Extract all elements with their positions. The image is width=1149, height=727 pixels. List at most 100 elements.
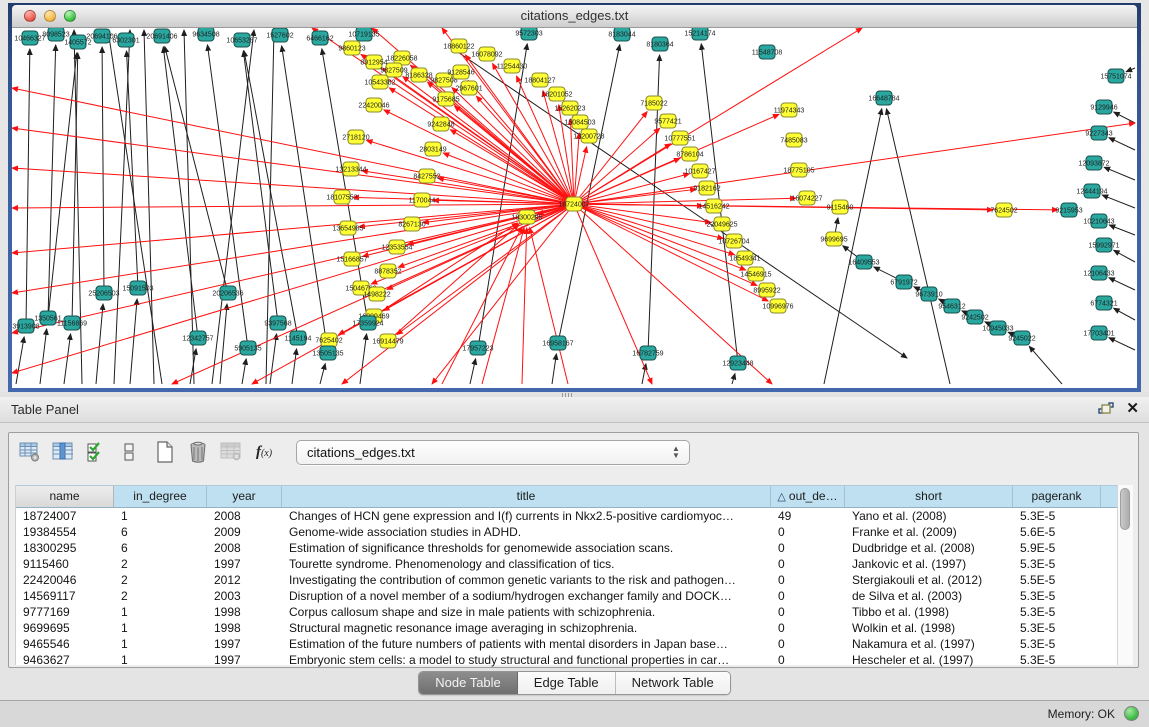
graph-edge[interactable] (360, 334, 367, 384)
graph-node[interactable]: 2803149 (419, 142, 446, 156)
minimize-window-button[interactable] (44, 10, 56, 22)
graph-edge[interactable] (886, 109, 950, 384)
table-row[interactable]: 1456911722003Disruption of a novel membe… (16, 588, 1120, 604)
graph-node[interactable]: 10210643 (1083, 214, 1114, 228)
graph-edge[interactable] (242, 359, 246, 384)
graph-node[interactable]: 18860122 (443, 39, 474, 53)
graph-edge[interactable] (574, 204, 993, 210)
graph-edge[interactable] (12, 204, 574, 253)
cell-in_degree[interactable]: 6 (114, 524, 207, 540)
graph-edge[interactable] (266, 30, 274, 384)
graph-node[interactable]: 16782759 (632, 346, 663, 360)
table-row[interactable]: 2242004622012Investigating the contribut… (16, 572, 1120, 588)
graph-edge[interactable] (1109, 225, 1135, 235)
cell-short[interactable]: Tibbo et al. (1998) (845, 604, 1013, 620)
cell-short[interactable]: Nakamura et al. (1997) (845, 636, 1013, 652)
cell-title[interactable]: Structural magnetic resonance image aver… (282, 620, 771, 636)
cell-out_degree[interactable]: 49 (771, 508, 845, 524)
graph-node[interactable]: 16648784 (868, 91, 899, 105)
network-canvas[interactable]: 1872400718300295104663278098523140557220… (12, 28, 1137, 388)
graph-node[interactable]: 8183044 (608, 28, 635, 41)
graph-edge[interactable] (1109, 138, 1135, 150)
table-selector-dropdown[interactable]: citations_edges.txt ▲▼ (296, 440, 690, 465)
column-header-name[interactable]: name (16, 486, 114, 507)
cell-out_degree[interactable]: 0 (771, 540, 845, 556)
cell-pagerank[interactable]: 5.3E-5 (1013, 620, 1101, 636)
cell-title[interactable]: Corpus callosum shape and size in male p… (282, 604, 771, 620)
show-columns-icon[interactable] (50, 439, 76, 465)
graph-node[interactable]: 9245022 (1008, 331, 1035, 345)
graph-node[interactable]: 15166857 (336, 252, 367, 266)
cell-year[interactable]: 2009 (207, 524, 282, 540)
cell-name[interactable]: 9777169 (16, 604, 114, 620)
cell-in_degree[interactable]: 1 (114, 620, 207, 636)
cell-pagerank[interactable]: 5.3E-5 (1013, 508, 1101, 524)
close-panel-icon[interactable]: ✕ (1126, 400, 1139, 418)
graph-node[interactable]: 12444194 (1076, 184, 1107, 198)
graph-node[interactable]: 8186328 (405, 68, 432, 82)
graph-node[interactable]: 7624502 (990, 203, 1017, 217)
scrollbar-thumb[interactable] (1120, 488, 1130, 530)
graph-node[interactable]: 10466327 (14, 31, 45, 45)
graph-node[interactable]: 9129946 (1090, 100, 1117, 114)
cell-out_degree[interactable]: 0 (771, 572, 845, 588)
cell-year[interactable]: 1997 (207, 556, 282, 572)
graph-node[interactable]: 6466162 (306, 31, 333, 45)
graph-edge[interactable] (455, 106, 574, 204)
graph-node[interactable]: 9115460 (827, 200, 854, 214)
graph-node[interactable]: 9699695 (820, 232, 847, 246)
cell-title[interactable]: Estimation of the future numbers of pati… (282, 636, 771, 652)
graph-node[interactable]: 8427552 (413, 169, 440, 183)
cell-out_degree[interactable]: 0 (771, 652, 845, 668)
cell-name[interactable]: 22420046 (16, 572, 114, 588)
graph-edge[interactable] (1114, 250, 1135, 262)
graph-edge[interactable] (732, 374, 735, 384)
graph-edge[interactable] (207, 45, 248, 348)
column-header-title[interactable]: title (282, 486, 771, 507)
table-row[interactable]: 1872400712008Changes of HCN gene express… (16, 508, 1120, 524)
graph-edge[interactable] (96, 304, 103, 384)
cell-name[interactable]: 9115460 (16, 556, 114, 572)
graph-edge[interactable] (522, 228, 527, 384)
graph-node[interactable]: 8180364 (646, 37, 673, 51)
graph-node[interactable]: 14546915 (740, 267, 771, 281)
cell-year[interactable]: 2008 (207, 540, 282, 556)
graph-edge[interactable] (40, 329, 47, 384)
graph-node[interactable]: 20691406 (146, 29, 177, 43)
graph-node[interactable]: 12342757 (182, 331, 213, 345)
cell-name[interactable]: 14569117 (16, 588, 114, 604)
cell-out_degree[interactable]: 0 (771, 620, 845, 636)
graph-node[interactable]: 15214174 (684, 28, 715, 40)
graph-node[interactable]: 15084503 (564, 115, 595, 129)
tab-network-table[interactable]: Network Table (616, 672, 730, 694)
graph-node[interactable]: 18804127 (524, 73, 555, 87)
graph-node[interactable]: 6774321 (1090, 296, 1117, 310)
graph-edge[interactable] (442, 227, 522, 384)
cell-short[interactable]: Stergiakouli et al. (2012) (845, 572, 1013, 588)
graph-edge[interactable] (1109, 278, 1135, 290)
graph-node[interactable]: 9572303 (515, 28, 542, 40)
graph-node[interactable]: 15992971 (1088, 238, 1119, 252)
graph-node[interactable]: 18107552 (326, 190, 357, 204)
cell-out_degree[interactable]: 0 (771, 588, 845, 604)
graph-edge[interactable] (558, 45, 620, 343)
cell-pagerank[interactable]: 5.3E-5 (1013, 652, 1101, 668)
cell-year[interactable]: 2008 (207, 508, 282, 524)
cell-pagerank[interactable]: 5.5E-5 (1013, 572, 1101, 588)
cell-in_degree[interactable]: 2 (114, 572, 207, 588)
graph-node[interactable]: 10777551 (664, 131, 695, 145)
graph-edge[interactable] (12, 168, 574, 204)
float-panel-icon[interactable] (1098, 402, 1114, 417)
column-header-pagerank[interactable]: pagerank (1013, 486, 1101, 507)
graph-node[interactable]: 16074227 (791, 191, 822, 205)
cell-in_degree[interactable]: 1 (114, 508, 207, 524)
network-graph[interactable]: 1872400718300295104663278098523140557220… (12, 28, 1137, 388)
cell-pagerank[interactable]: 5.3E-5 (1013, 636, 1101, 652)
cell-name[interactable]: 18300295 (16, 540, 114, 556)
graph-edge[interactable] (1102, 195, 1135, 208)
graph-node[interactable]: 9242848 (427, 117, 454, 131)
graph-edge[interactable] (442, 28, 574, 204)
graph-edge[interactable] (432, 204, 574, 384)
cell-pagerank[interactable]: 5.9E-5 (1013, 540, 1101, 556)
selection-mode-icon[interactable] (83, 439, 109, 465)
